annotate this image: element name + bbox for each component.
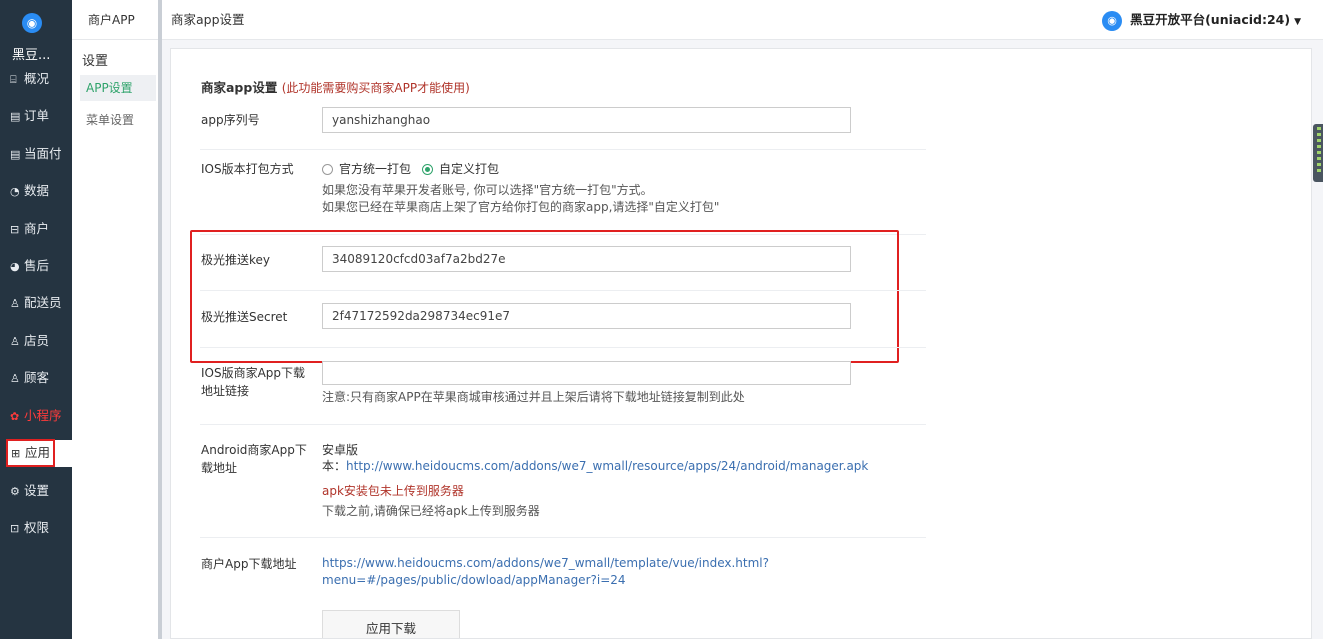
ios-pack-label: IOS版本打包方式: [201, 162, 294, 176]
sidebar-item-merchants[interactable]: ⊟ 商户: [10, 218, 49, 240]
sidebar-item-face-pay[interactable]: ▤ 当面付: [10, 143, 62, 165]
sidebar-item-label: 数据: [24, 183, 50, 198]
sidebar-item-label: 顾客: [24, 370, 50, 385]
sidebar-item-clerks[interactable]: ♙ 店员: [10, 330, 49, 352]
sidebar-item-mini-program[interactable]: ✿ 小程序: [10, 405, 62, 427]
radio-checked-icon: [422, 164, 433, 175]
sub-sidebar-item-app-settings[interactable]: APP设置: [80, 75, 156, 101]
ios-link-input[interactable]: [322, 361, 851, 385]
chevron-down-icon: ▼: [1294, 17, 1301, 27]
android-warning: apk安装包未上传到服务器: [322, 484, 464, 498]
push-secret-input[interactable]: [322, 303, 851, 329]
active-indicator: [55, 440, 72, 467]
ios-pack-help-1: 如果您没有苹果开发者账号, 你可以选择"官方统一打包"方式。: [322, 183, 653, 197]
user-icon: ♙: [10, 372, 20, 385]
ios-pack-help-2: 如果您已经在苹果商店上架了官方给你打包的商家app,请选择"自定义打包": [322, 200, 720, 214]
section-title-note: (此功能需要购买商家APP才能使用): [281, 81, 470, 95]
lock-icon: ⊡: [10, 522, 20, 535]
merchant-url-line-1[interactable]: https://www.heidoucms.com/addons/we7_wma…: [322, 555, 769, 572]
apps-grid-icon: ⊞: [11, 447, 21, 460]
sub-sidebar-item-menu-settings[interactable]: 菜单设置: [80, 107, 156, 133]
sidebar-item-couriers[interactable]: ♙ 配送员: [10, 292, 62, 314]
page-title: 商家app设置: [171, 12, 245, 27]
dashboard-icon: ⌸: [10, 73, 17, 86]
sidebar-item-label: 店员: [24, 333, 50, 348]
account-name: 黑豆开放平台(uniacid:24): [1130, 12, 1291, 27]
sidebar-item-label: 商户: [24, 221, 50, 236]
push-key-input[interactable]: [322, 246, 851, 272]
sidebar-item-label: 当面付: [24, 146, 62, 161]
main-sidebar: ◉ 黑豆... ⌸ 概况 ▤ 订单 ▤ 当面付 ◔ 数据 ⊟ 商户 ◕ 售后 ♙ 配送员 ♙ 店…: [0, 0, 72, 639]
ios-link-help: 注意:只有商家APP在苹果商城审核通过并且上架后请将下载地址链接复制到此处: [322, 390, 745, 404]
push-secret-label: 极光推送Secret: [201, 310, 288, 324]
app-download-button[interactable]: 应用下载: [322, 610, 460, 638]
sidebar-item-customers[interactable]: ♙ 顾客: [10, 367, 49, 389]
radio-circle-icon: [322, 164, 333, 175]
brand-name[interactable]: 黑豆...: [12, 44, 50, 63]
sidebar-item-label: 小程序: [24, 408, 62, 423]
android-url-text: http://www.heidoucms.com/addons/we7_wmal…: [346, 459, 869, 473]
radio-custom-pack[interactable]: 自定义打包: [422, 162, 499, 176]
account-avatar-icon: ◉: [1102, 10, 1123, 31]
sidebar-item-orders[interactable]: ▤ 订单: [10, 105, 49, 127]
user-icon: ♙: [10, 297, 20, 310]
sidebar-item-apps[interactable]: ⊞ 应用: [6, 439, 55, 467]
android-version: 安卓版: [322, 443, 359, 457]
top-bar: 商家app设置 ◉ 黑豆开放平台(uniacid:24) ▼: [162, 0, 1323, 40]
sidebar-item-label: 订单: [24, 108, 50, 123]
service-icon: ◕: [10, 260, 20, 273]
sidebar-item-settings[interactable]: ⚙ 设置: [10, 480, 49, 502]
serial-input[interactable]: [322, 107, 851, 133]
store-icon: ⊟: [10, 223, 20, 236]
divider: [200, 537, 926, 538]
sidebar-item-data[interactable]: ◔ 数据: [10, 180, 49, 202]
ios-link-label: IOS版商家App下载地址链接: [201, 366, 306, 398]
sidebar-item-label: 概况: [24, 71, 50, 86]
sub-sidebar: 商户APP 设置 APP设置 菜单设置: [72, 0, 162, 639]
sidebar-item-label: 配送员: [24, 295, 62, 310]
divider: [200, 424, 926, 425]
divider: [200, 347, 926, 348]
list-icon: ▤: [10, 110, 21, 123]
list-icon: ▤: [10, 148, 21, 161]
account-menu[interactable]: ◉ 黑豆开放平台(uniacid:24) ▼: [1102, 0, 1301, 42]
sidebar-item-label: 应用: [25, 445, 51, 460]
sub-sidebar-group-title: 设置: [82, 54, 109, 69]
sidebar-item-label: 售后: [24, 258, 50, 273]
push-key-label: 极光推送key: [201, 253, 271, 267]
sidebar-item-permissions[interactable]: ⊡ 权限: [10, 517, 49, 539]
android-url-prefix: 本：: [322, 459, 347, 473]
mini-program-icon: ✿: [10, 410, 20, 423]
gear-icon: ⚙: [10, 485, 20, 498]
sidebar-item-label: 权限: [24, 520, 50, 535]
merchant-url-line-2[interactable]: menu=#/pages/public/dowload/appManager?i…: [322, 572, 626, 589]
sidebar-item-label: 设置: [24, 483, 50, 498]
sidebar-item-overview[interactable]: ⌸ 概况: [10, 68, 49, 90]
chart-icon: ◔: [10, 185, 20, 198]
radio-official-pack[interactable]: 官方统一打包: [322, 162, 411, 176]
serial-label: app序列号: [201, 113, 260, 127]
brand-logo-icon[interactable]: ◉: [22, 13, 42, 33]
sidebar-item-after-sales[interactable]: ◕ 售后: [10, 255, 49, 277]
divider: [200, 290, 926, 291]
section-title: 商家app设置 (此功能需要购买商家APP才能使用): [201, 77, 470, 96]
section-title-text: 商家app设置: [201, 80, 278, 95]
android-label: Android商家App下载地址: [201, 443, 307, 475]
divider: [200, 149, 926, 150]
radio-label: 官方统一打包: [339, 162, 412, 176]
android-help: 下载之前,请确保已经将apk上传到服务器: [322, 504, 540, 518]
user-icon: ♙: [10, 335, 20, 348]
radio-label: 自定义打包: [439, 162, 500, 176]
settings-panel: 商家app设置 (此功能需要购买商家APP才能使用) app序列号 IOS版本打…: [170, 48, 1312, 639]
android-download-link[interactable]: 本：http://www.heidoucms.com/addons/we7_wm…: [322, 458, 868, 475]
scroll-handle[interactable]: [1313, 124, 1323, 182]
sub-sidebar-header: 商户APP: [72, 0, 158, 40]
merchant-link-label: 商户App下载地址: [201, 557, 297, 571]
